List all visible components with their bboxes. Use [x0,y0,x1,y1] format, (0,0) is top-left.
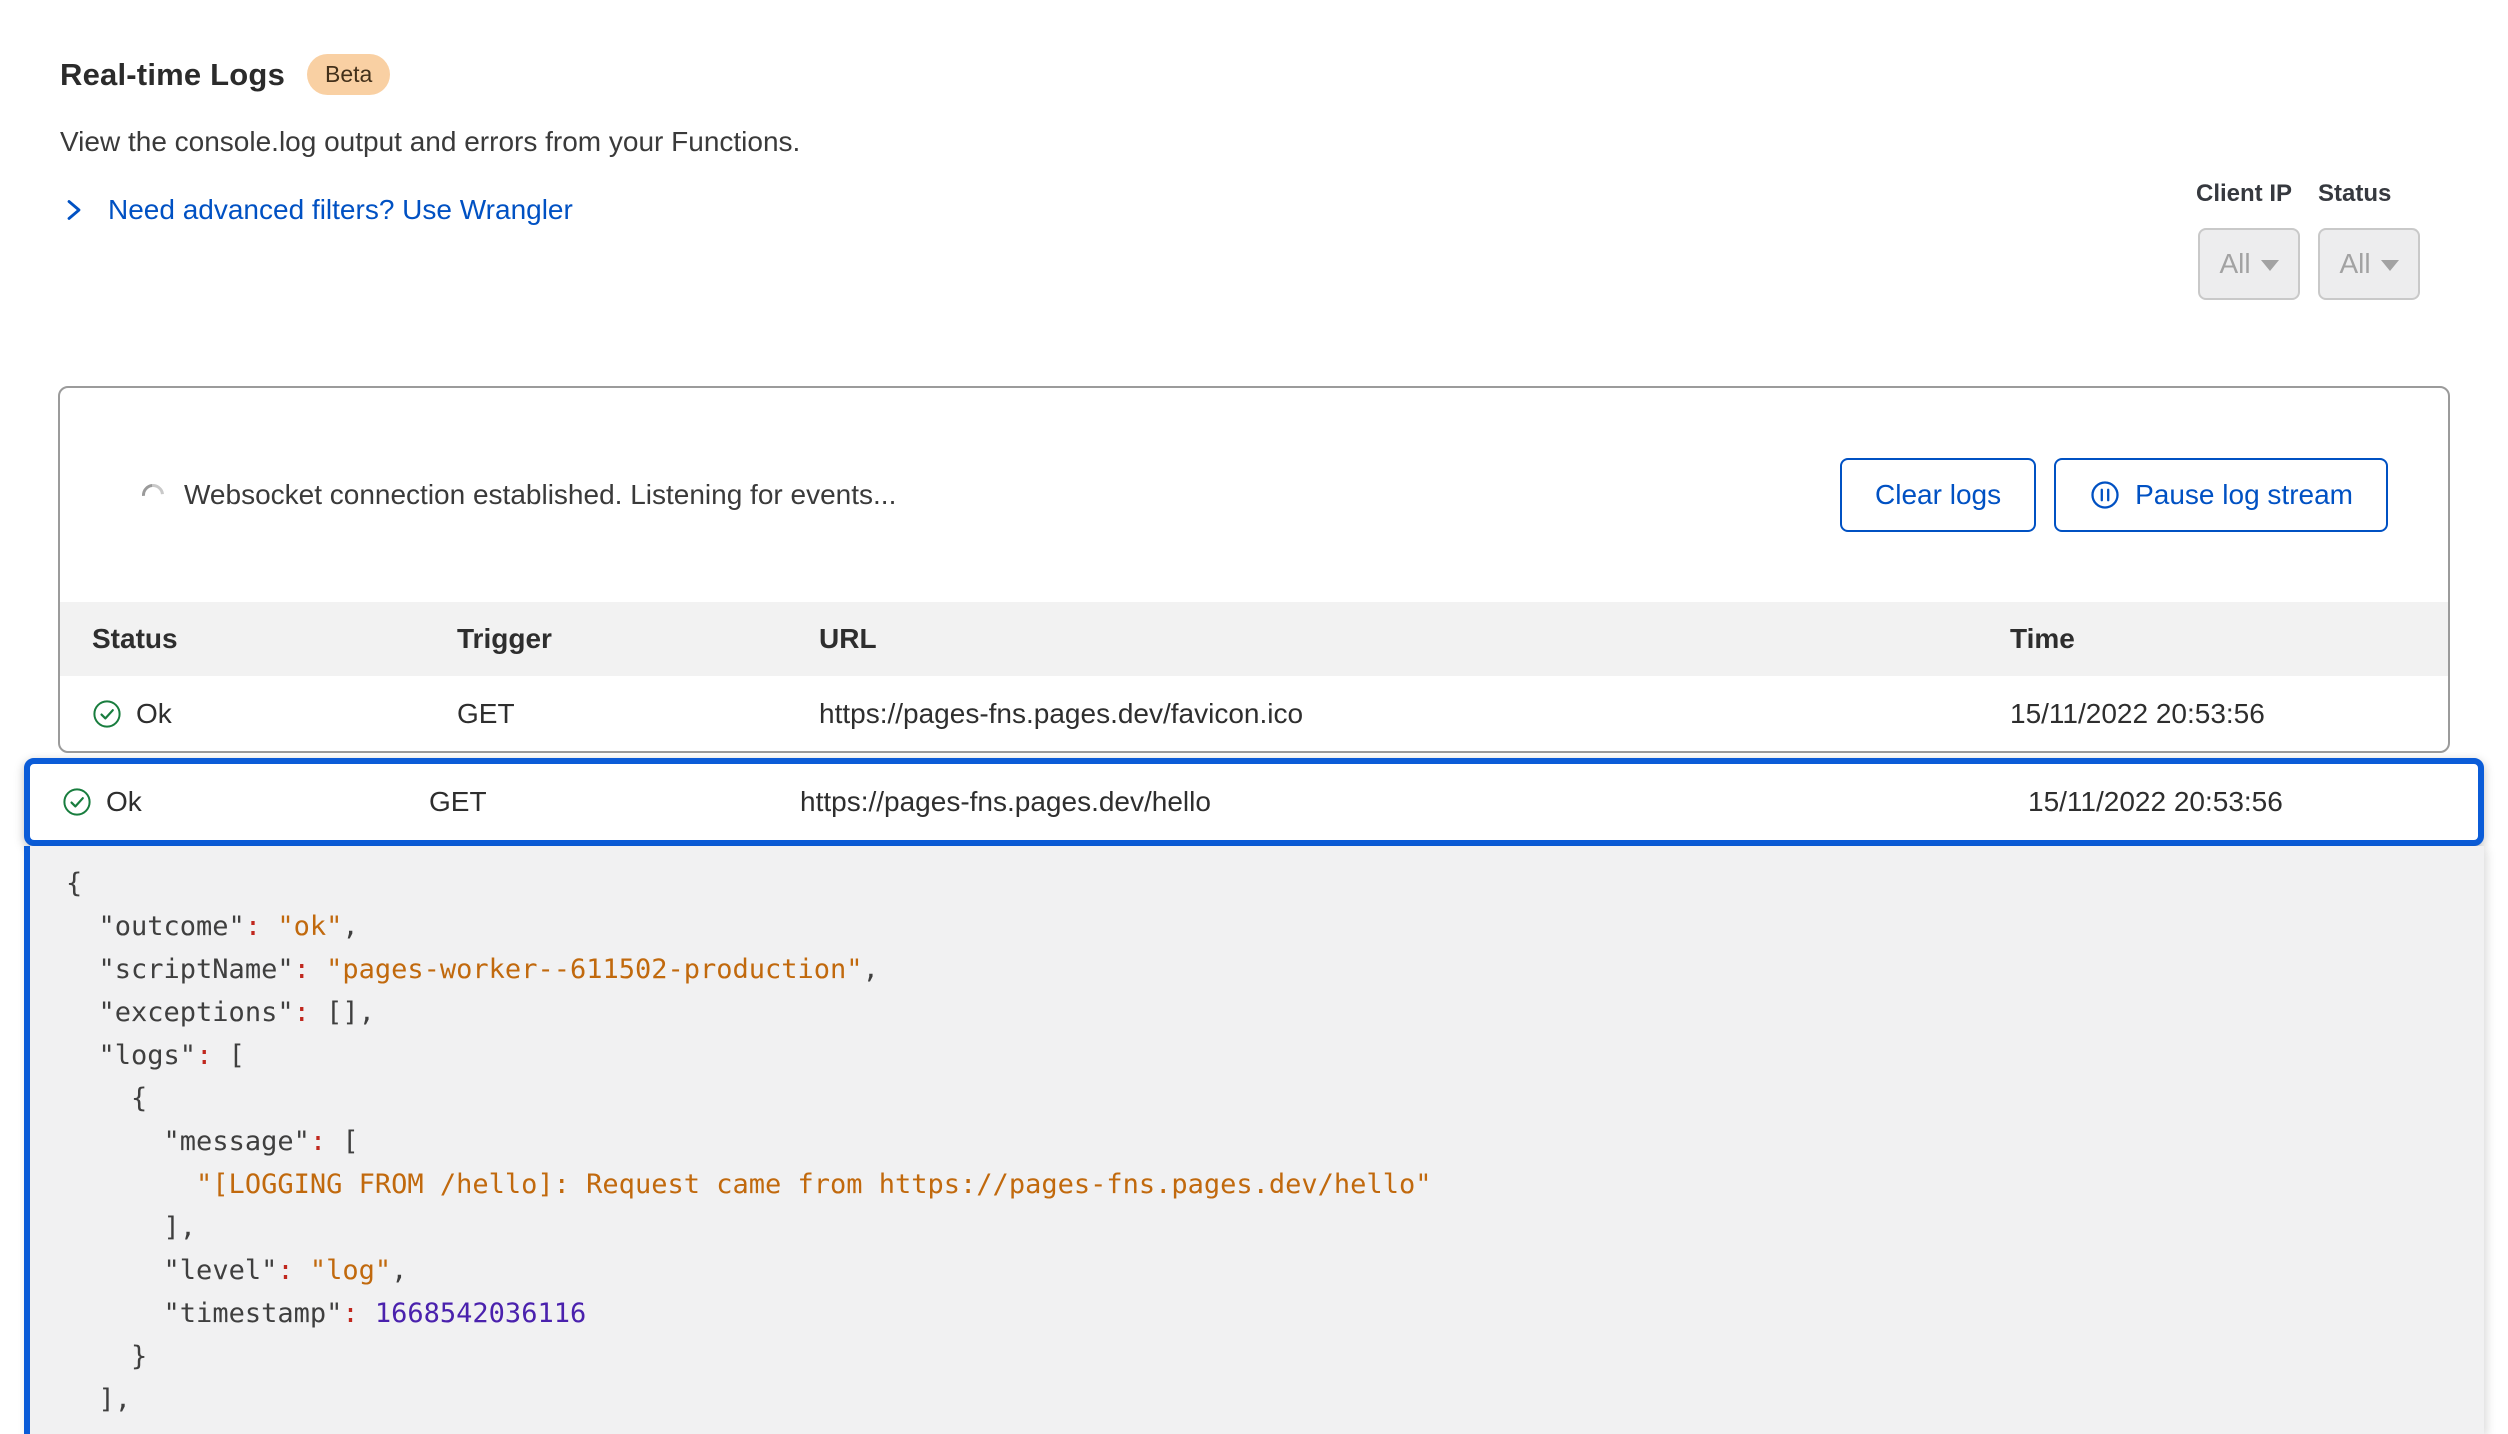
row-url: https://pages-fns.pages.dev/favicon.ico [819,698,2010,730]
client-ip-dropdown-value: All [2219,248,2250,280]
row-trigger: GET [429,786,800,818]
table-row[interactable]: Ok GET https://pages-fns.pages.dev/favic… [60,676,2448,751]
page-header: Real-time Logs Beta [60,54,390,95]
row-time: 15/11/2022 20:53:56 [2010,698,2448,730]
client-ip-dropdown[interactable]: All [2198,228,2300,300]
row-status: Ok [106,786,142,818]
pause-log-stream-button[interactable]: Pause log stream [2054,458,2388,532]
column-header-trigger: Trigger [457,623,819,655]
column-header-status: Status [92,623,457,655]
pause-icon [2089,479,2121,511]
page-title: Real-time Logs [60,57,285,93]
websocket-status-bar: Websocket connection established. Listen… [60,388,2448,602]
row-time: 15/11/2022 20:53:56 [2028,786,2478,818]
status-dropdown[interactable]: All [2318,228,2420,300]
caret-down-icon [2381,260,2399,271]
success-check-icon [92,699,122,729]
chevron-right-icon [60,197,86,223]
table-header: Status Trigger URL Time [60,602,2448,676]
column-header-url: URL [819,623,2010,655]
log-stream-card: Websocket connection established. Listen… [58,386,2450,753]
spinner-icon [138,480,169,511]
status-filter-label: Status [2318,180,2391,208]
connection-status-text: Websocket connection established. Listen… [184,479,896,511]
table-row-selected[interactable]: Ok GET https://pages-fns.pages.dev/hello… [24,758,2484,846]
wrangler-link-label: Need advanced filters? Use Wrangler [108,194,573,226]
page-subtitle: View the console.log output and errors f… [60,126,800,158]
row-url: https://pages-fns.pages.dev/hello [800,786,2028,818]
pause-log-stream-label: Pause log stream [2135,479,2353,511]
row-status: Ok [136,698,172,730]
beta-badge: Beta [307,54,390,95]
success-check-icon [62,787,92,817]
wrangler-link[interactable]: Need advanced filters? Use Wrangler [60,194,573,226]
log-json-body: { "outcome": "ok", "scriptName": "pages-… [30,846,2484,1421]
status-dropdown-value: All [2339,248,2370,280]
row-trigger: GET [457,698,819,730]
caret-down-icon [2261,260,2279,271]
client-ip-label: Client IP [2196,180,2292,208]
clear-logs-button[interactable]: Clear logs [1840,458,2036,532]
column-header-time: Time [2010,623,2448,655]
expanded-log-json-panel: { "outcome": "ok", "scriptName": "pages-… [24,846,2484,1434]
clear-logs-label: Clear logs [1875,479,2001,511]
